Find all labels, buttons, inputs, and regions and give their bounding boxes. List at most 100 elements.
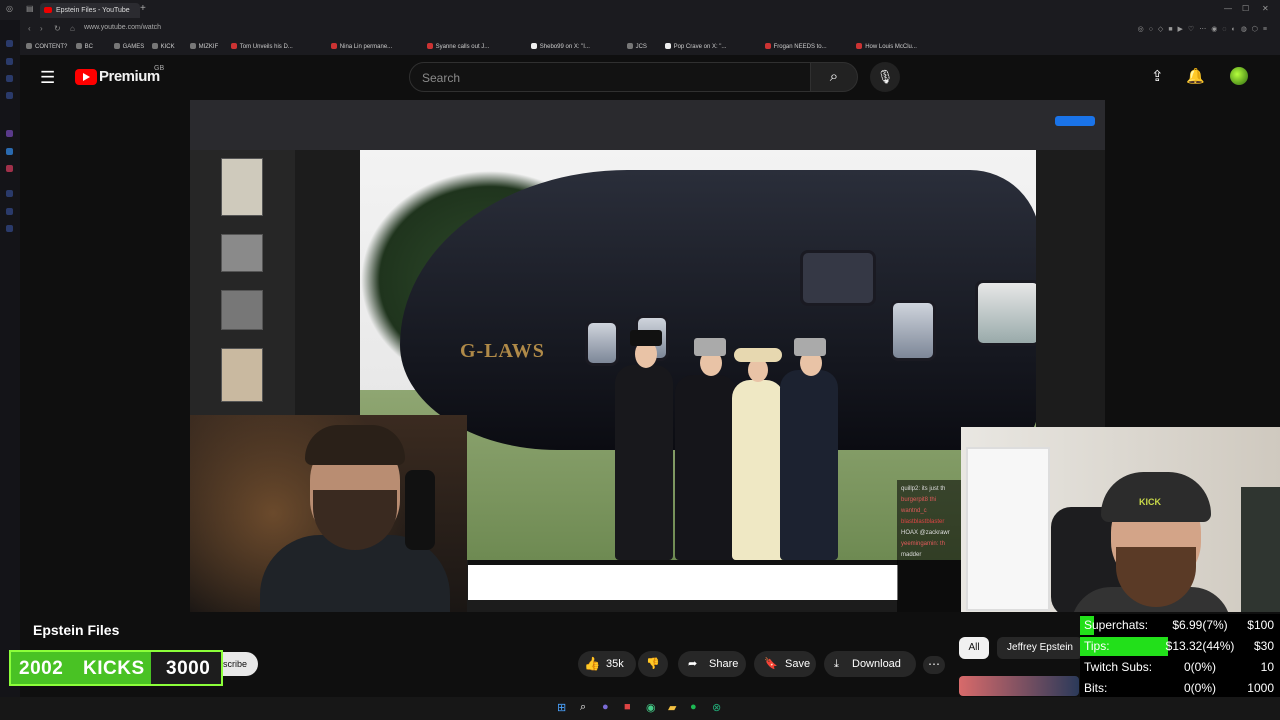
bookmark-item[interactable]: Pop Crave on X: "... [664,43,727,50]
dislike-button[interactable]: 👎 [638,651,668,677]
bookmark-label: BC [84,44,93,50]
bookmark-item[interactable]: MIZKIF [189,43,218,50]
stat-value: $6.99(7%) [1172,618,1228,632]
bookmark-favicon-icon [26,43,32,49]
bookmark-favicon-icon [664,43,671,49]
sidebar-app-icon[interactable] [6,165,13,172]
sidebar-app-icon[interactable] [6,148,13,155]
bookmark-label: GAMES [122,44,145,50]
related-video-thumbnail[interactable] [959,676,1079,696]
bookmark-favicon-icon [764,43,771,49]
avatar[interactable] [1230,67,1248,85]
pdf-thumbnail [221,290,263,330]
bookmark-favicon-icon [626,43,633,49]
bookmark-favicon-icon [530,43,537,49]
save-button[interactable]: 🔖 Save [754,651,816,677]
stat-row: Tips: $13.32(44%) $30 [1080,636,1280,657]
voice-search-button[interactable]: 🎙 [870,62,900,92]
search-taskbar-icon[interactable]: ⌕ [580,701,586,714]
sidebar-app-icon[interactable] [6,225,13,232]
sidebar-app-icon[interactable] [6,40,13,47]
more-actions-button[interactable]: ⋯ [923,656,945,674]
chip-jeffrey-epstein[interactable]: Jeffrey Epstein [997,637,1083,659]
youtube-logo[interactable]: Premium GB [75,65,164,86]
file-explorer-icon[interactable]: ▰ [668,701,676,714]
pdf-thumbnail [221,234,263,272]
bookmark-item[interactable]: JCS [626,43,647,50]
kicks-label: KICKS [83,658,145,679]
bookmark-item[interactable]: Tom Unveils his D... [230,43,293,50]
sidebar-app-icon[interactable] [6,75,13,82]
search-icon: ⌕ [829,68,839,85]
sidebar-app-icon[interactable] [6,208,13,215]
forward-icon[interactable]: › [40,24,43,33]
bookmark-item[interactable]: Frogan NEEDS to... [764,43,827,50]
sidebar-app-icon[interactable] [6,190,13,197]
app-icon[interactable]: ■ [624,701,631,713]
start-icon[interactable]: ⊞ [557,701,566,714]
reload-icon[interactable]: ↻ [54,24,61,33]
sidebar-app-icon[interactable] [6,58,13,65]
bookmark-favicon-icon [189,43,196,49]
tab-list-icon[interactable]: ▤ [26,4,34,13]
bookmark-item[interactable]: KICK [151,43,175,50]
stat-row: Superchats: $6.99(7%) $100 [1080,615,1280,636]
like-count: 35k [606,658,624,670]
search-button[interactable]: ⌕ [810,62,858,92]
maximize-icon[interactable]: ☐ [1242,4,1249,13]
bookmark-favicon-icon [856,43,863,49]
download-label: Download [852,658,901,670]
microphone-icon: 🎙 [876,69,894,84]
bookmark-label: Pop Crave on X: "... [673,44,727,50]
xbox-icon[interactable]: ⊗ [712,701,721,714]
extension-icons[interactable]: ◎○◇■▶♡⋯◉◌◐◍⬡≡ [1138,25,1272,33]
stat-label: Twitch Subs: [1084,660,1153,674]
bookmark-item[interactable]: CONTENT? [26,43,67,50]
sidebar-app-icon[interactable] [6,92,13,99]
notifications-bell-icon[interactable]: 🔔 [1186,67,1205,85]
url-field[interactable]: www.youtube.com/watch [84,24,161,31]
bookmark-item[interactable]: BC [75,43,93,50]
new-tab-icon[interactable]: + [140,3,146,14]
chip-all[interactable]: All [959,637,989,659]
chat-message: quillp2: its just th [901,486,946,492]
browser-tab[interactable]: Epstein Files - YouTube [40,3,140,18]
bookmark-item[interactable]: Nina Lin permane... [330,43,392,50]
pdf-viewer-toolbar [190,100,1105,150]
stat-goal: $100 [1247,618,1274,632]
spotify-icon[interactable]: ● [690,701,697,713]
stat-value: 0(0%) [1183,660,1216,674]
bookmark-favicon-icon [230,43,237,49]
bookmark-item[interactable]: GAMES [113,43,145,50]
stat-label: Tips: [1084,639,1110,653]
brand-label: Premium [99,68,160,86]
download-button[interactable]: ⤓ Download [824,651,916,677]
search-box [409,62,831,92]
pdf-thumbnail [221,158,263,216]
like-button[interactable]: 👍 35k [578,651,636,677]
discord-icon[interactable]: ● [602,701,609,713]
close-icon[interactable]: ✕ [1262,4,1269,13]
bookmark-label: JCS [635,44,647,50]
bookmark-favicon-icon [75,43,82,49]
sidebar-app-icon[interactable] [6,130,13,137]
stat-row: Bits: 0(0%) 1000 [1080,678,1280,699]
back-icon[interactable]: ‹ [28,24,31,33]
stat-label: Superchats: [1084,618,1149,632]
search-input[interactable] [420,70,804,86]
helicopter-registration: G-LAWS [460,340,545,362]
youtube-favicon-icon [44,7,52,13]
upload-icon[interactable]: ⇪ [1151,67,1164,85]
bookmark-item[interactable]: How Louis McClu... [856,43,917,50]
minimize-icon[interactable]: — [1224,4,1232,13]
bookmark-label: Frogan NEEDS to... [773,44,827,50]
bookmark-item[interactable]: Syanne calls out J... [426,43,489,50]
bookmark-item[interactable]: Shebo99 on X: "I... [530,43,590,50]
browser-menu-icon[interactable]: ◎ [6,4,13,13]
chrome-icon[interactable]: ◉ [646,701,656,714]
youtube-play-icon [75,68,97,85]
save-label: Save [785,658,811,670]
share-button[interactable]: ➦ Share [678,651,746,677]
menu-icon[interactable]: ☰ [40,68,55,88]
tab-title: Epstein Files - YouTube [56,7,130,14]
